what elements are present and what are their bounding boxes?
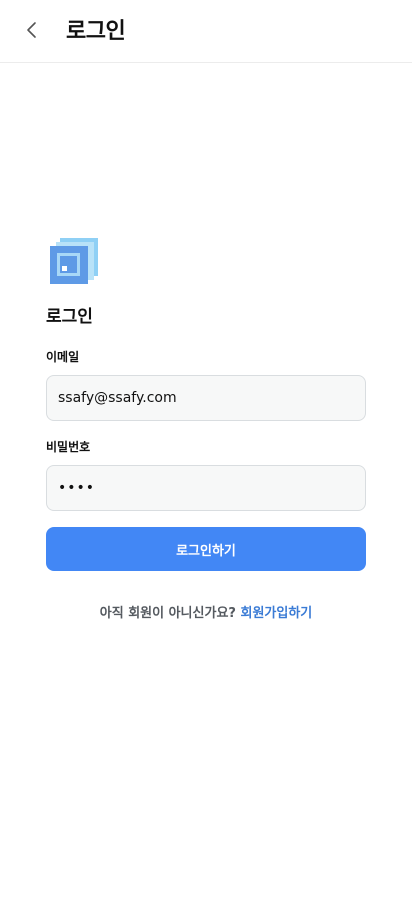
chevron-left-icon bbox=[23, 21, 41, 43]
email-field-box bbox=[46, 375, 366, 421]
password-label: 비밀번호 bbox=[46, 440, 91, 454]
signup-prompt: 아직 회원이 아니신가요? bbox=[99, 606, 236, 621]
app-logo bbox=[48, 236, 100, 288]
password-field[interactable] bbox=[47, 466, 365, 510]
signup-row: 아직 회원이 아니신가요? 회원가입하기 bbox=[0, 604, 412, 624]
email-field[interactable] bbox=[47, 376, 365, 420]
app-header: 로그인 bbox=[0, 0, 412, 63]
email-label: 이메일 bbox=[46, 350, 80, 364]
back-button[interactable] bbox=[14, 14, 50, 50]
form-title: 로그인 bbox=[46, 307, 93, 327]
page-title: 로그인 bbox=[66, 19, 126, 44]
login-button[interactable]: 로그인하기 bbox=[46, 527, 366, 571]
password-field-box bbox=[46, 465, 366, 511]
signup-link[interactable]: 회원가입하기 bbox=[240, 606, 312, 621]
